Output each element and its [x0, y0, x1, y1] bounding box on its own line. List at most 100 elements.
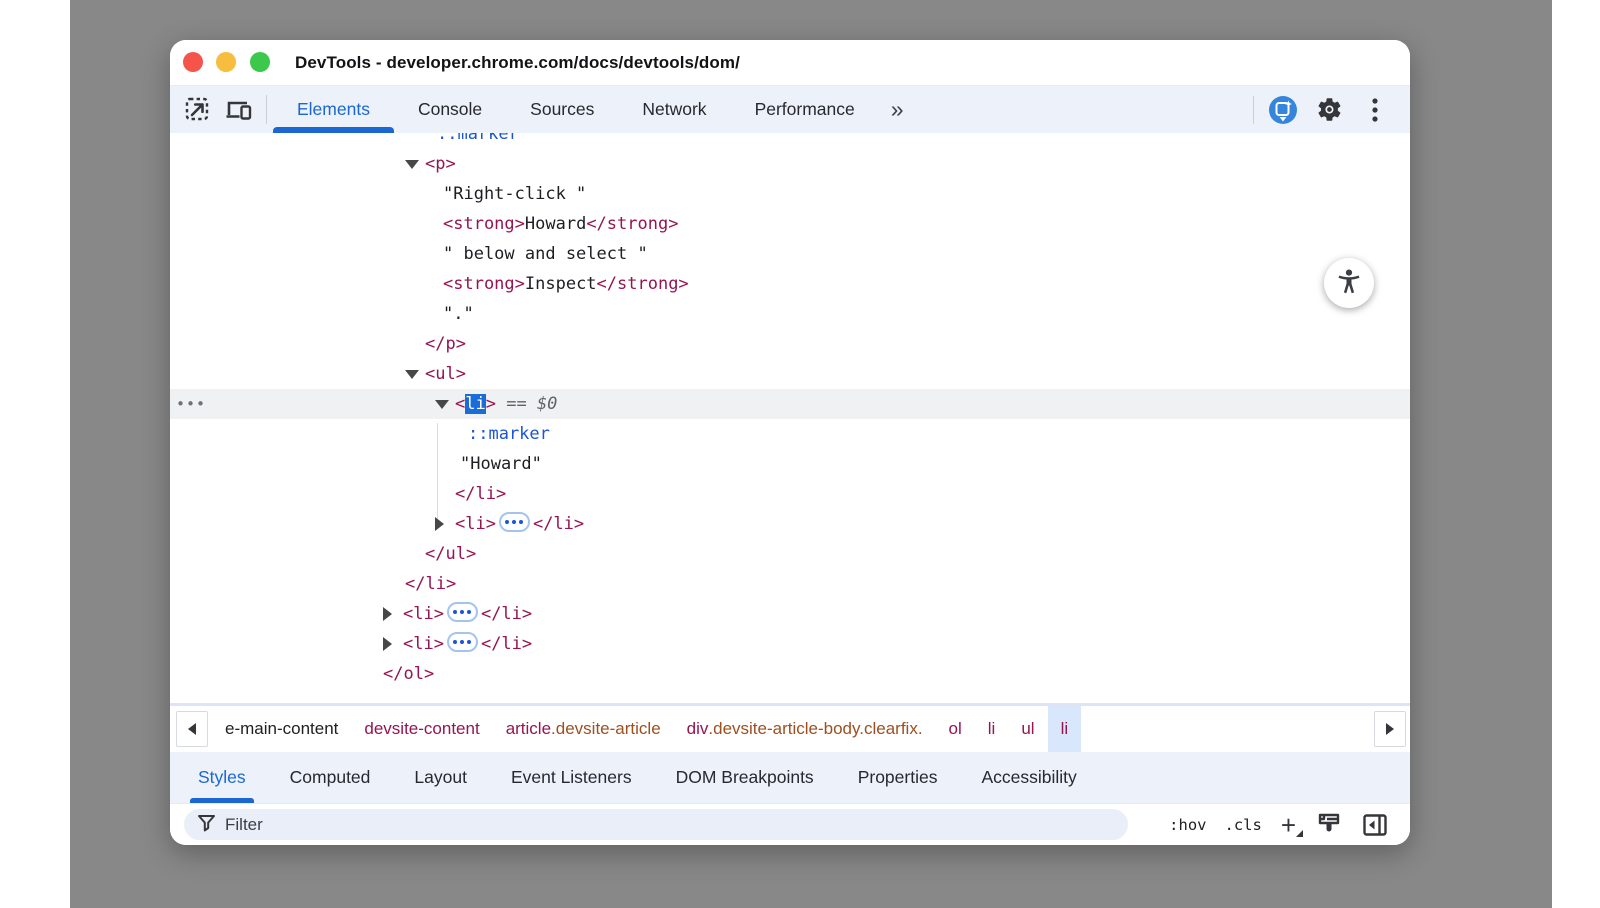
device-toolbar-button[interactable] — [222, 86, 256, 133]
token-text: " below and select " — [443, 244, 648, 264]
token-text: Inspect — [525, 274, 597, 294]
token-tag: </ol> — [383, 664, 434, 684]
rendering-brush-icon — [1317, 812, 1341, 838]
rendering-brush-button[interactable] — [1312, 812, 1346, 838]
device-toolbar-icon — [225, 96, 253, 123]
dom-tree-row[interactable]: " below and select " — [170, 239, 1410, 269]
crumb-tag: li — [1061, 719, 1069, 739]
styles-filter-input[interactable] — [225, 815, 1115, 835]
dom-tree-row[interactable]: </p> — [170, 329, 1410, 359]
token-tag: > — [486, 394, 496, 414]
token-tag: <p> — [425, 154, 456, 174]
breadcrumb-item[interactable]: article.devsite-article — [493, 706, 674, 752]
token-tag: <strong> — [443, 214, 525, 234]
dom-tree-row[interactable]: <strong>Howard</strong> — [170, 209, 1410, 239]
breadcrumb-item[interactable]: ol — [936, 706, 975, 752]
styles-tab-layout[interactable]: Layout — [392, 752, 489, 803]
dom-tree-row[interactable]: </ol> — [170, 659, 1410, 689]
row-actions-dots-icon[interactable]: ••• — [176, 389, 206, 419]
styles-tab-computed[interactable]: Computed — [268, 752, 393, 803]
tab-sources[interactable]: Sources — [506, 86, 618, 133]
styles-tab-dom-breakpoints[interactable]: DOM Breakpoints — [654, 752, 836, 803]
filter-pill — [184, 809, 1128, 840]
breadcrumb-item[interactable]: ul — [1008, 706, 1047, 752]
crumb-tag: devsite-content — [364, 719, 479, 739]
dom-tree-row[interactable]: ::marker — [170, 419, 1410, 449]
dom-tree-row[interactable]: <li></li> — [170, 509, 1410, 539]
dom-tree-row[interactable]: ::marker — [170, 133, 1410, 149]
toggle-cls-button[interactable]: .cls — [1217, 816, 1268, 834]
token-tag: </li> — [405, 574, 456, 594]
dom-tree-row[interactable]: </ul> — [170, 539, 1410, 569]
breadcrumb-scroll-right-button[interactable] — [1374, 711, 1406, 747]
dom-tree-row[interactable]: <ul> — [170, 359, 1410, 389]
dom-tree-row[interactable]: <p> — [170, 149, 1410, 179]
token-text: "Right-click " — [443, 184, 586, 204]
token-tag: <li> — [403, 604, 444, 624]
new-style-rule-button[interactable]: + — [1273, 811, 1304, 839]
main-menu-button[interactable] — [1358, 96, 1392, 124]
crumb-tag: article — [506, 719, 551, 739]
tab-elements[interactable]: Elements — [273, 86, 394, 133]
expand-arrow-right-icon[interactable] — [435, 517, 444, 531]
ai-assistance-icon — [1268, 95, 1298, 125]
token-tag: <strong> — [443, 274, 525, 294]
token-tag: <ul> — [425, 364, 466, 384]
tab-performance[interactable]: Performance — [731, 86, 879, 133]
dom-tree-row[interactable]: "." — [170, 299, 1410, 329]
token-meta: == — [496, 394, 537, 414]
minimize-button[interactable] — [216, 52, 236, 72]
expand-arrow-down-icon[interactable] — [435, 400, 449, 409]
dom-tree-row[interactable]: <strong>Inspect</strong> — [170, 269, 1410, 299]
token-tag: </li> — [481, 604, 532, 624]
breadcrumb-item[interactable]: div.devsite-article-body.clearfix. — [674, 706, 936, 752]
breadcrumb-item[interactable]: devsite-content — [351, 706, 492, 752]
dom-tree-row[interactable]: •••<li> == $0 — [170, 389, 1410, 419]
breadcrumb-item[interactable]: li — [1048, 706, 1082, 752]
breadcrumb-scroll-left-button[interactable] — [176, 711, 208, 747]
zoom-button[interactable] — [250, 52, 270, 72]
collapsed-content-ellipsis-button[interactable] — [447, 602, 478, 622]
collapsed-content-ellipsis-button[interactable] — [499, 512, 530, 532]
dom-tree-row[interactable]: </li> — [170, 479, 1410, 509]
token-text: Howard — [525, 214, 586, 234]
toggle-sidebar-button[interactable] — [1358, 813, 1392, 837]
dom-tree-row[interactable]: </li> — [170, 569, 1410, 599]
devtools-toolbar: ElementsConsoleSourcesNetworkPerformance… — [170, 86, 1410, 133]
token-tag: </li> — [455, 484, 506, 504]
breadcrumb-bar: e-main-content devsite-content article.dev… — [170, 703, 1410, 752]
breadcrumb-item[interactable]: li — [975, 706, 1009, 752]
styles-filter-bar: :hov .cls + — [170, 803, 1410, 845]
dom-tree-row[interactable]: "Howard" — [170, 449, 1410, 479]
expand-arrow-right-icon[interactable] — [383, 637, 392, 651]
styles-tab-styles[interactable]: Styles — [176, 752, 268, 803]
breadcrumb: e-main-content devsite-content article.dev… — [212, 706, 1370, 752]
tab-console[interactable]: Console — [394, 86, 506, 133]
dom-tree-row[interactable]: <li> </li> — [170, 599, 1410, 629]
tab-network[interactable]: Network — [618, 86, 730, 133]
dom-tree-row[interactable]: "Right-click " — [170, 179, 1410, 209]
close-button[interactable] — [183, 52, 203, 72]
token-tag: <li> — [403, 634, 444, 654]
breadcrumb-item[interactable]: e-main-content — [212, 706, 351, 752]
styles-tab-event-listeners[interactable]: Event Listeners — [489, 752, 654, 803]
styles-tab-accessibility[interactable]: Accessibility — [959, 752, 1098, 803]
expand-arrow-down-icon[interactable] — [405, 160, 419, 169]
toggle-hov-button[interactable]: :hov — [1162, 816, 1213, 834]
crumb-plain: e-main-content — [225, 719, 338, 739]
token-text: "." — [443, 304, 474, 324]
inspect-element-button[interactable] — [180, 86, 214, 133]
dom-tree-row[interactable]: <li></li> — [170, 629, 1410, 659]
collapsed-content-ellipsis-button[interactable] — [447, 632, 478, 652]
expand-arrow-down-icon[interactable] — [405, 370, 419, 379]
expand-arrow-right-icon[interactable] — [383, 607, 392, 621]
token-dollar: $0 — [537, 394, 557, 414]
filter-bar-controls: :hov .cls + — [1162, 811, 1396, 839]
token-tag: </li> — [533, 514, 584, 534]
toolbar-spacer — [916, 86, 1247, 133]
ai-assistance-button[interactable] — [1266, 95, 1300, 125]
styles-tab-properties[interactable]: Properties — [836, 752, 960, 803]
screenshot-stage: DevTools - developer.chrome.com/docs/dev… — [0, 0, 1600, 908]
more-tabs-button[interactable]: » — [879, 86, 916, 133]
settings-button[interactable] — [1312, 96, 1346, 123]
